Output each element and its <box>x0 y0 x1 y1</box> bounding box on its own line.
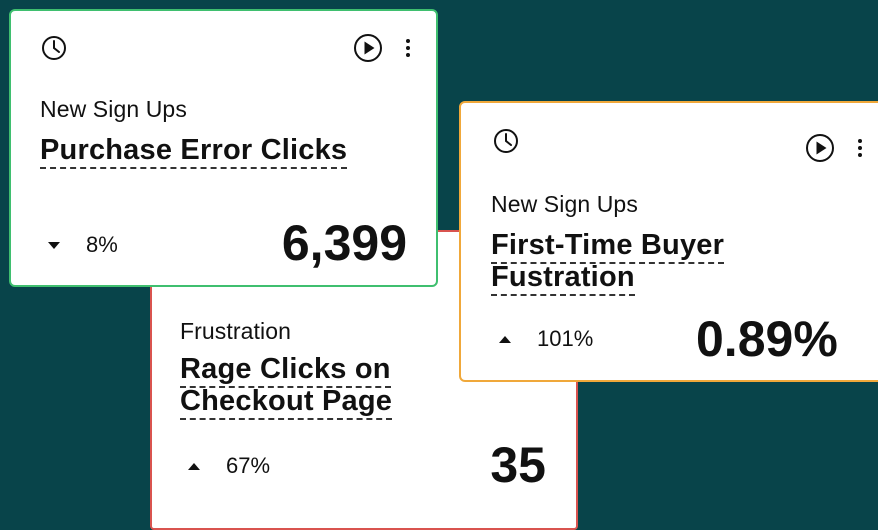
clock-icon[interactable] <box>492 127 520 155</box>
metric-card-first-time-buyer[interactable]: New Sign Ups First-Time Buyer Fustration… <box>459 101 878 382</box>
trend-percent: 101% <box>537 326 594 351</box>
trend-indicator: 8% <box>48 232 118 258</box>
card-title[interactable]: Rage Clicks on Checkout Page <box>180 353 393 420</box>
card-title-line-1: Purchase Error Clicks <box>40 134 348 169</box>
trend-up-icon <box>188 462 200 470</box>
more-vertical-icon[interactable] <box>851 135 869 161</box>
trend-percent: 67% <box>226 453 271 478</box>
play-icon[interactable] <box>352 32 384 64</box>
card-title-line-1: Rage Clicks on <box>180 353 391 388</box>
trend-up-icon <box>499 335 511 343</box>
card-title-line-2: Fustration <box>491 261 635 296</box>
trend-indicator: 101% <box>499 326 593 352</box>
play-icon[interactable] <box>804 132 836 164</box>
card-title-line-2: Checkout Page <box>180 385 393 420</box>
more-vertical-icon[interactable] <box>399 35 417 61</box>
trend-percent: 8% <box>86 232 118 257</box>
metric-value: 0.89% <box>696 311 838 367</box>
trend-down-icon <box>48 241 60 249</box>
card-title-line-1: First-Time Buyer <box>491 229 725 264</box>
card-category: Frustration <box>180 318 292 344</box>
card-category: New Sign Ups <box>40 96 187 122</box>
metric-card-purchase-error-clicks[interactable]: New Sign Ups Purchase Error Clicks 8% 6,… <box>9 9 438 287</box>
card-category: New Sign Ups <box>491 191 638 217</box>
clock-icon[interactable] <box>40 34 68 62</box>
trend-indicator: 67% <box>188 453 270 479</box>
metric-value: 35 <box>490 437 546 493</box>
card-title[interactable]: First-Time Buyer Fustration <box>491 229 725 296</box>
metric-value: 6,399 <box>281 215 407 271</box>
card-title[interactable]: Purchase Error Clicks <box>40 134 348 169</box>
